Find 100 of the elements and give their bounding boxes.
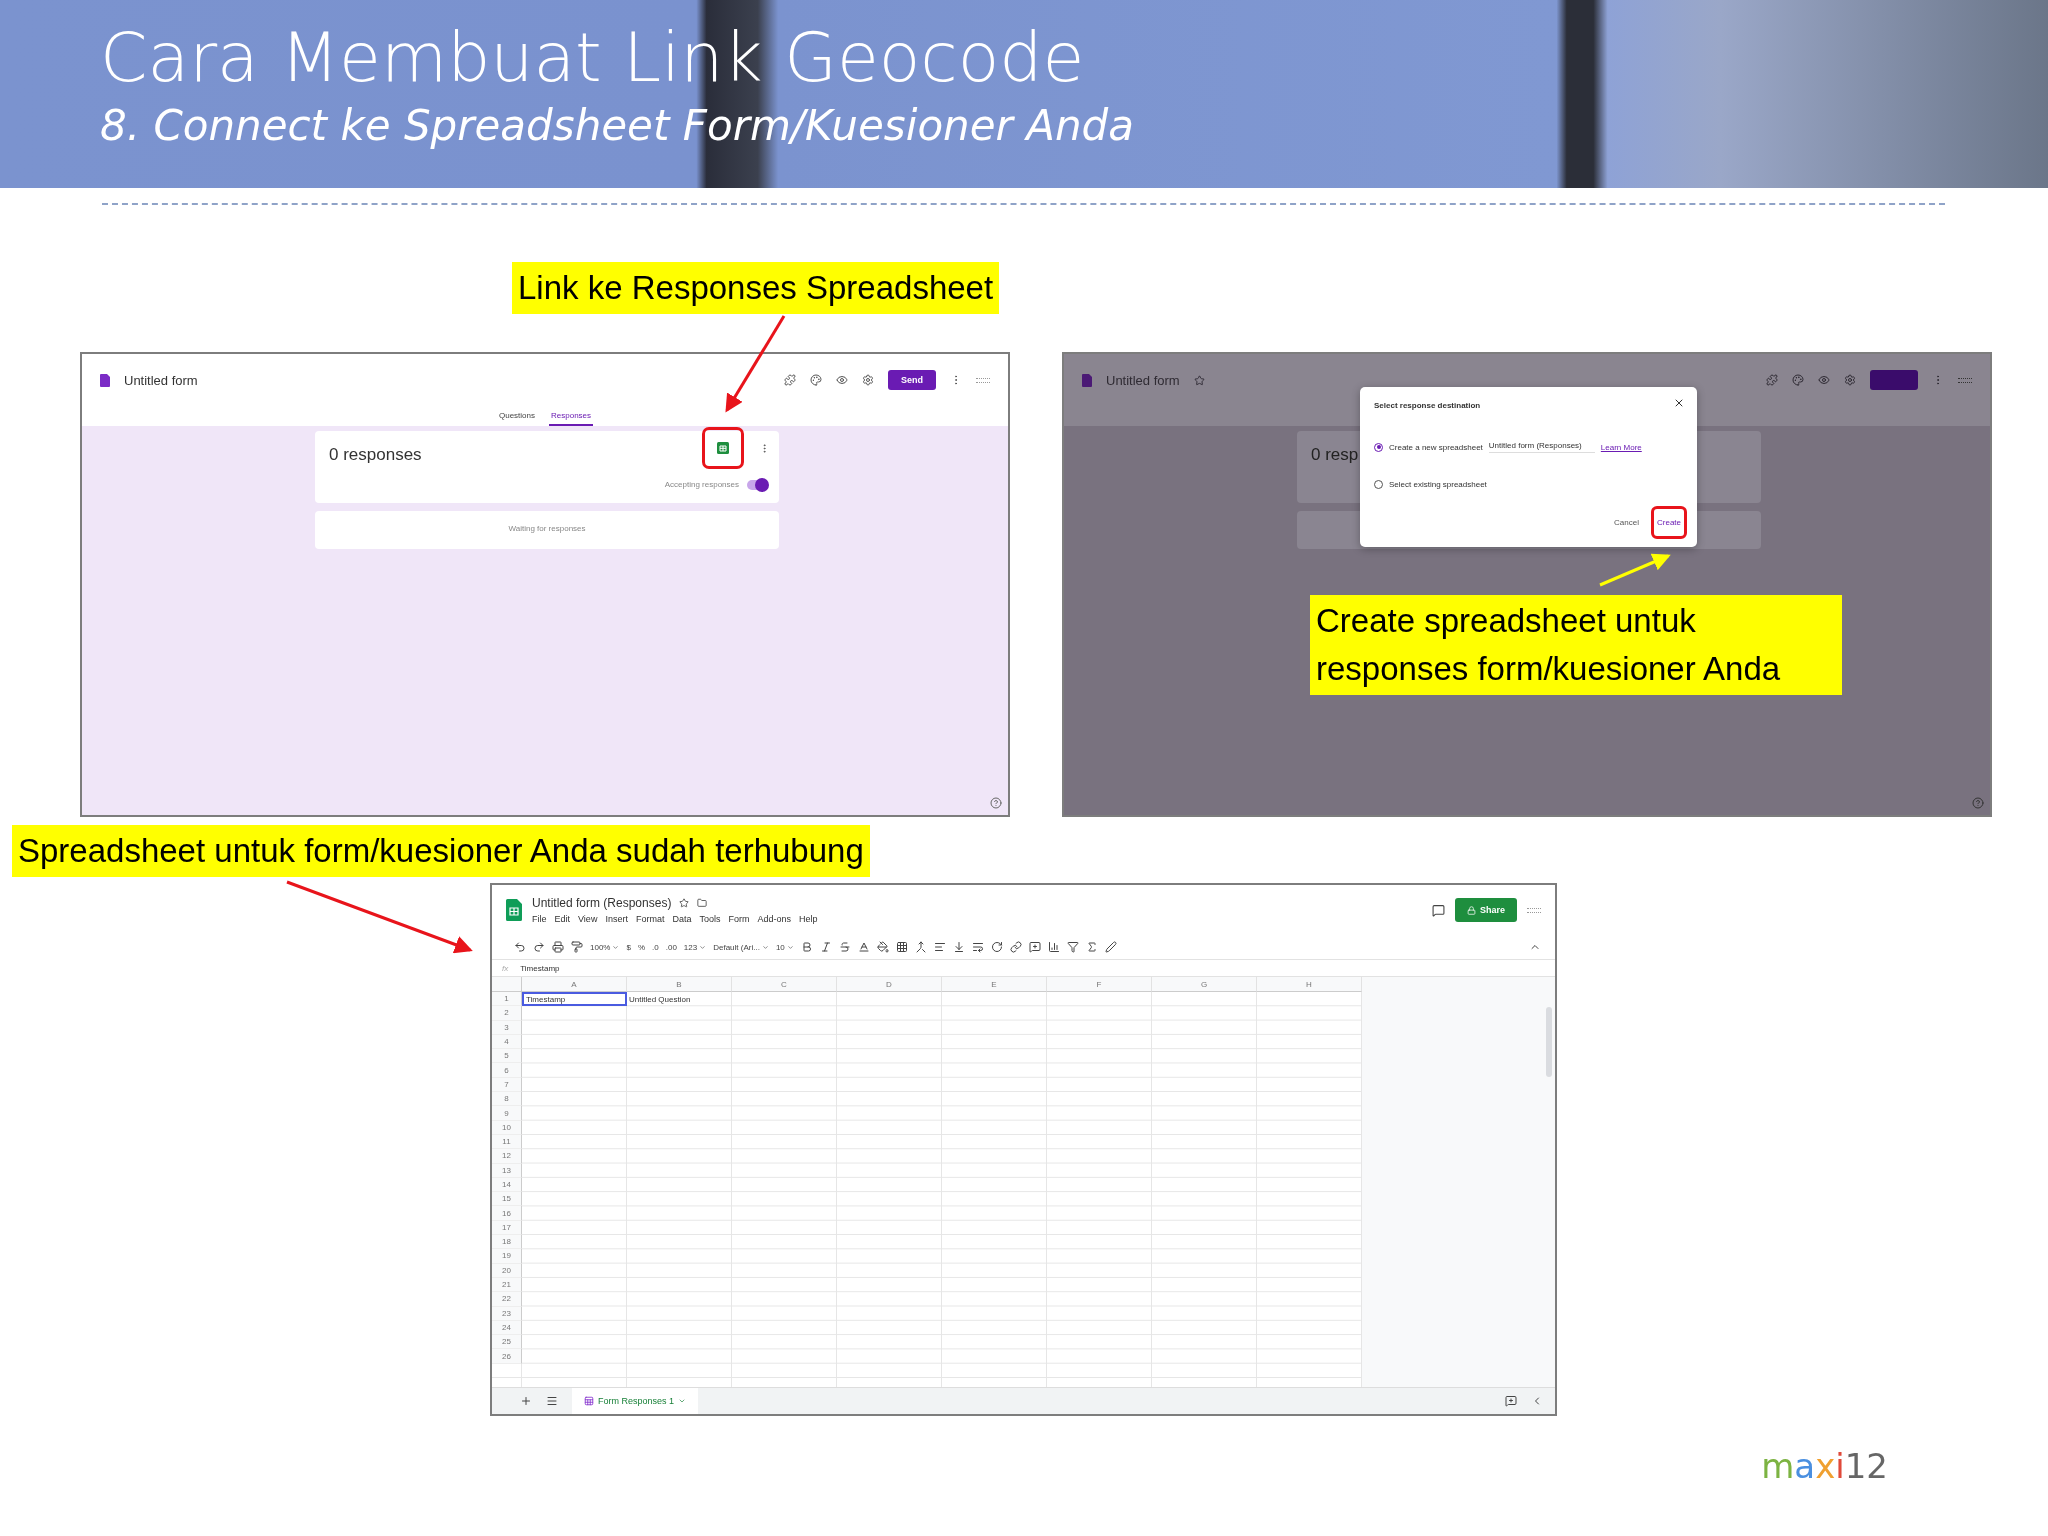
sheet-list-icon[interactable]	[546, 1395, 558, 1407]
close-icon[interactable]	[1673, 397, 1685, 409]
menu-item[interactable]: Help	[799, 914, 818, 924]
callout-label: Spreadsheet untuk form/kuesioner Anda sudah terhubung	[12, 825, 870, 877]
row-header[interactable]: 1	[492, 992, 522, 1007]
help-icon[interactable]	[990, 797, 1002, 809]
share-button[interactable]: Share	[1455, 898, 1517, 922]
cancel-button[interactable]: Cancel	[1610, 506, 1643, 539]
number-format-select[interactable]: 123	[683, 942, 707, 952]
print-icon[interactable]	[552, 941, 564, 953]
row-header[interactable]: 22	[492, 1292, 522, 1307]
wrap-icon[interactable]	[971, 941, 984, 953]
explore-icon[interactable]	[1505, 1395, 1517, 1407]
font-size-select[interactable]: 10	[775, 942, 794, 952]
merge-icon[interactable]	[914, 941, 927, 953]
column-header[interactable]: H	[1257, 977, 1362, 992]
column-header[interactable]: E	[942, 977, 1047, 992]
font-select[interactable]: Default (Ari...	[713, 942, 769, 952]
align-icon[interactable]	[933, 941, 946, 953]
column-header[interactable]: D	[837, 977, 942, 992]
spreadsheet-name-field[interactable]: Untitled form (Responses)	[1488, 441, 1595, 453]
eye-icon[interactable]	[836, 374, 848, 386]
row-header[interactable]: 12	[492, 1149, 522, 1164]
menu-item[interactable]: Format	[635, 914, 665, 924]
menu-item[interactable]: Data	[672, 914, 692, 924]
settings-icon[interactable]	[1844, 374, 1856, 386]
filter-icon[interactable]	[1066, 941, 1079, 953]
functions-icon[interactable]	[1085, 941, 1098, 953]
redo-icon[interactable]	[533, 941, 545, 953]
column-header[interactable]: F	[1047, 977, 1152, 992]
puzzle-icon[interactable]	[1766, 374, 1778, 386]
row-header[interactable]: 9	[492, 1106, 522, 1121]
form-tab[interactable]: Questions	[496, 406, 537, 426]
menu-item[interactable]: Add-ons	[757, 914, 791, 924]
borders-icon[interactable]	[895, 941, 908, 953]
menu-item[interactable]: Form	[728, 914, 750, 924]
scrollbar[interactable]	[1546, 1007, 1552, 1077]
settings-icon[interactable]	[862, 374, 874, 386]
strikethrough-icon[interactable]	[838, 941, 851, 953]
percent-button[interactable]: %	[637, 942, 646, 952]
row-header[interactable]: 5	[492, 1049, 522, 1064]
account-icon[interactable]	[1958, 377, 1972, 383]
menu-item[interactable]: Insert	[605, 914, 628, 924]
add-sheet-icon[interactable]	[520, 1395, 532, 1407]
row-header[interactable]: 16	[492, 1206, 522, 1221]
pen-icon[interactable]	[1104, 941, 1117, 953]
table-cell[interactable]: Timestamp	[522, 992, 627, 1007]
undo-icon[interactable]	[514, 941, 526, 953]
accepting-toggle[interactable]	[747, 480, 767, 490]
create-button[interactable]: Create	[1651, 506, 1687, 539]
menu-item[interactable]: Tools	[699, 914, 721, 924]
menu-item[interactable]: File	[532, 914, 547, 924]
star-icon[interactable]	[1193, 374, 1205, 386]
brand-logo: maxi12	[1761, 1446, 1888, 1486]
column-header[interactable]: B	[627, 977, 732, 992]
row-header[interactable]: 15	[492, 1192, 522, 1207]
spreadsheet-title: Untitled form (Responses)	[532, 896, 672, 910]
paint-format-icon[interactable]	[571, 941, 583, 953]
account-icon[interactable]	[976, 377, 990, 383]
column-header[interactable]: C	[732, 977, 837, 992]
star-icon[interactable]	[679, 898, 690, 908]
row-header[interactable]: 18	[492, 1235, 522, 1250]
chart-icon[interactable]	[1047, 941, 1060, 953]
decrease-decimals-button[interactable]: .0	[652, 942, 659, 952]
palette-icon[interactable]	[810, 374, 822, 386]
link-icon[interactable]	[1009, 941, 1022, 953]
row-header[interactable]: 25	[492, 1335, 522, 1350]
fill-color-icon[interactable]	[876, 941, 889, 953]
vertical-align-icon[interactable]	[952, 941, 965, 953]
row-header[interactable]: 6	[492, 1063, 522, 1078]
send-button[interactable]: Send	[888, 370, 936, 390]
bold-icon[interactable]	[800, 941, 813, 953]
column-header[interactable]: A	[522, 977, 627, 992]
zoom-select[interactable]: 100%	[590, 942, 620, 952]
arrow	[1599, 553, 1671, 587]
sheet-tab[interactable]: Form Responses 1	[572, 1388, 699, 1414]
text-color-icon[interactable]	[857, 941, 870, 953]
caret-icon	[761, 943, 769, 951]
rotate-icon[interactable]	[990, 941, 1003, 953]
spreadsheet-icon[interactable]	[717, 442, 729, 454]
puzzle-icon[interactable]	[784, 374, 796, 386]
menu-item[interactable]: Edit	[554, 914, 571, 924]
row-header[interactable]: 2	[492, 1006, 522, 1021]
folder-icon[interactable]	[697, 898, 708, 908]
row-header[interactable]: 19	[492, 1249, 522, 1264]
italic-icon[interactable]	[819, 941, 832, 953]
column-header[interactable]: G	[1152, 977, 1257, 992]
learn-more-link[interactable]: Learn More	[1600, 442, 1642, 452]
currency-button[interactable]: $	[626, 942, 631, 952]
eye-icon[interactable]	[1818, 374, 1830, 386]
row-header[interactable]: 26	[492, 1349, 522, 1364]
comment-icon[interactable]	[1432, 903, 1445, 917]
account-icon[interactable]	[1527, 907, 1541, 913]
table-cell[interactable]: Untitled Question	[627, 992, 732, 1007]
row-header[interactable]: 8	[492, 1092, 522, 1107]
add-comment-icon[interactable]	[1028, 941, 1041, 953]
menu-item[interactable]: View	[578, 914, 598, 924]
palette-icon[interactable]	[1792, 374, 1804, 386]
formula-field[interactable]: Timestamp	[520, 963, 560, 973]
increase-decimals-button[interactable]: .00	[665, 942, 677, 952]
